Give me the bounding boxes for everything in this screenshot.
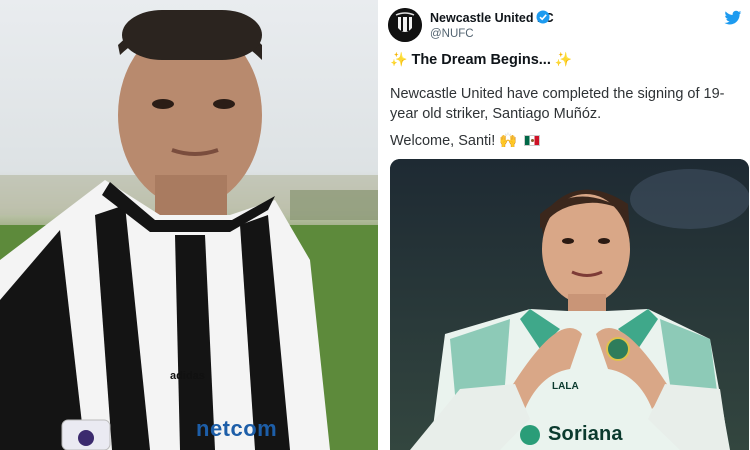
santos-player-illustration xyxy=(390,159,749,450)
chest-sponsor-label: LALA xyxy=(552,381,579,392)
tweet-welcome-text: Welcome, Santi! xyxy=(390,133,496,149)
shirt-sponsor-soriana: Soriana xyxy=(548,423,623,445)
player-photo-illustration xyxy=(0,10,378,450)
tweet-welcome-line: Welcome, Santi! 🙌 xyxy=(390,132,541,149)
account-avatar[interactable] xyxy=(388,8,422,42)
tweet-body-text: Newcastle United have completed the sign… xyxy=(390,86,725,122)
raising-hands-icon: 🙌 xyxy=(499,133,518,149)
sparkles-icon-left: ✨ xyxy=(390,51,408,67)
tweet-media-image[interactable]: LALA Soriana xyxy=(390,159,749,450)
mexico-flag-icon xyxy=(524,135,541,146)
sparkles-icon-right: ✨ xyxy=(554,51,573,67)
kit-brand-label: adidas xyxy=(170,370,205,382)
tweet-title: ✨ The Dream Begins... ✨ xyxy=(390,51,572,68)
account-handle[interactable]: @NUFC xyxy=(430,28,474,40)
player-photo-left: adidas netcom xyxy=(0,0,378,450)
twitter-bird-icon xyxy=(724,10,742,25)
shirt-sponsor-label: netcom xyxy=(196,416,278,441)
verified-badge-icon xyxy=(536,10,550,24)
nufc-crest-icon xyxy=(388,8,422,42)
tweet-title-text: The Dream Begins... xyxy=(411,52,551,68)
tweet-card: Newcastle United FC @NUFC ✨ The Dream Be… xyxy=(382,0,750,450)
tweet-header: Newcastle United FC @NUFC xyxy=(388,8,744,42)
